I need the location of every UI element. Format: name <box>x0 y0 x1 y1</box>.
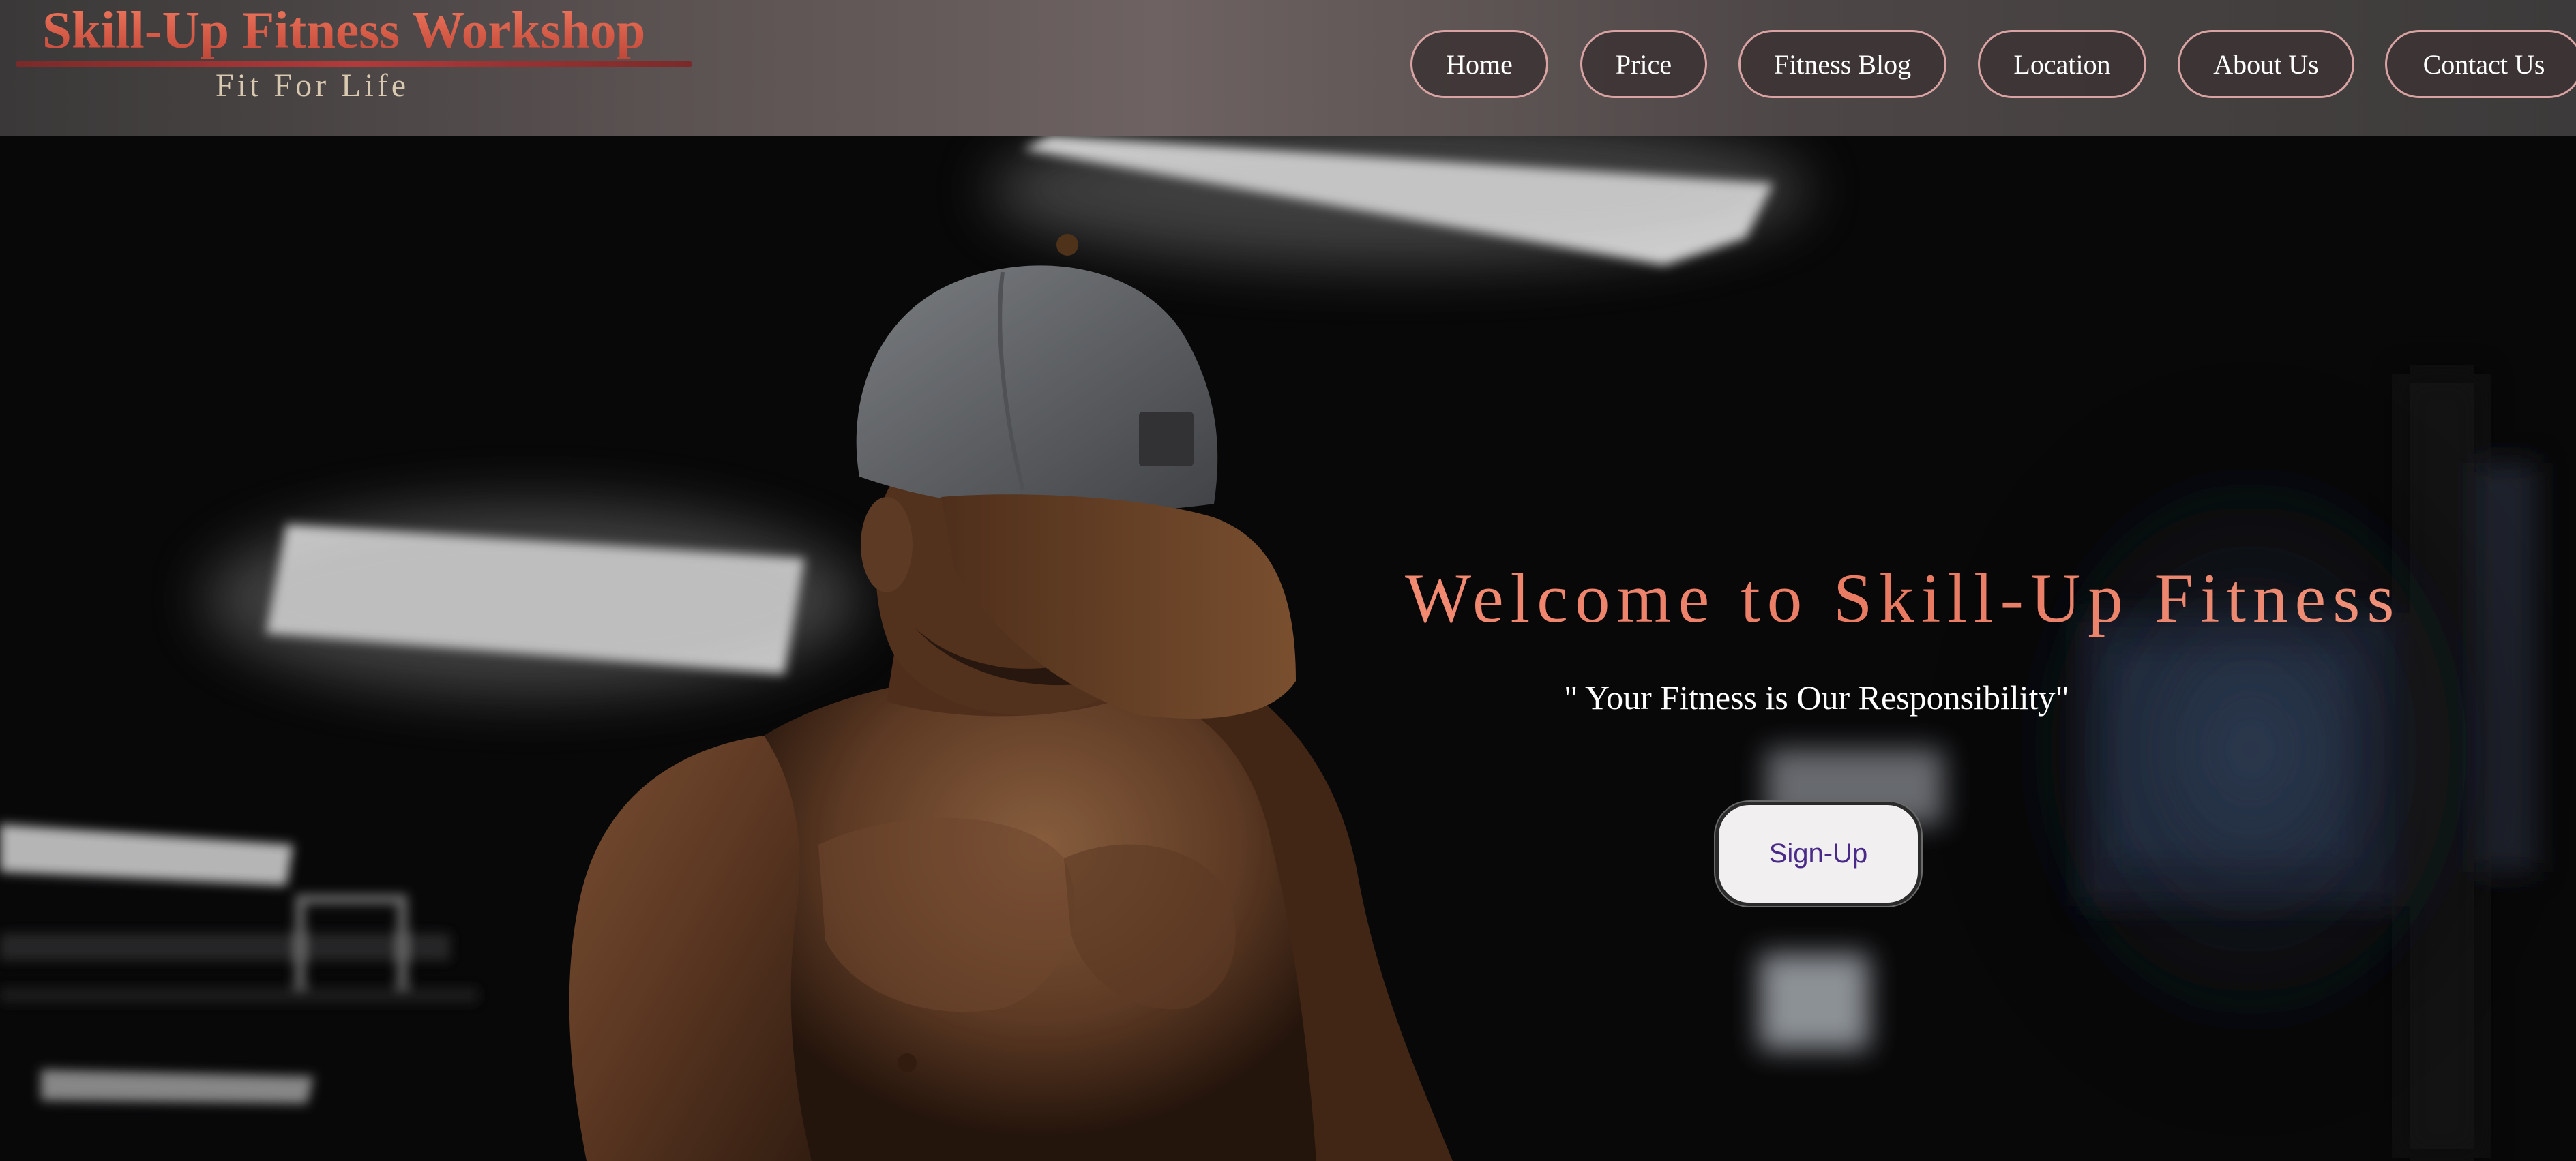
sign-up-button[interactable]: Sign-Up <box>1715 802 1921 906</box>
nav-fitness-blog-button[interactable]: Fitness Blog <box>1738 30 1946 98</box>
hero-background-photo <box>0 136 2576 1161</box>
brand-logo[interactable]: Skill-Up Fitness Workshop Fit For Life <box>16 0 695 123</box>
brand-title: Skill-Up Fitness Workshop <box>42 1 646 59</box>
nav-location-button[interactable]: Location <box>1978 30 2146 98</box>
hero-section: Welcome to Skill-Up Fitness " Your Fitne… <box>0 136 2576 1161</box>
brand-divider <box>16 61 692 67</box>
nav-about-us-button[interactable]: About Us <box>2178 30 2354 98</box>
brand-tagline: Fit For Life <box>216 67 409 104</box>
nav-contact-us-button[interactable]: Contact Us <box>2385 30 2576 98</box>
site-header: Skill-Up Fitness Workshop Fit For Life H… <box>0 0 2576 136</box>
nav-price-button[interactable]: Price <box>1580 30 1707 98</box>
nav-home-button[interactable]: Home <box>1410 30 1548 98</box>
